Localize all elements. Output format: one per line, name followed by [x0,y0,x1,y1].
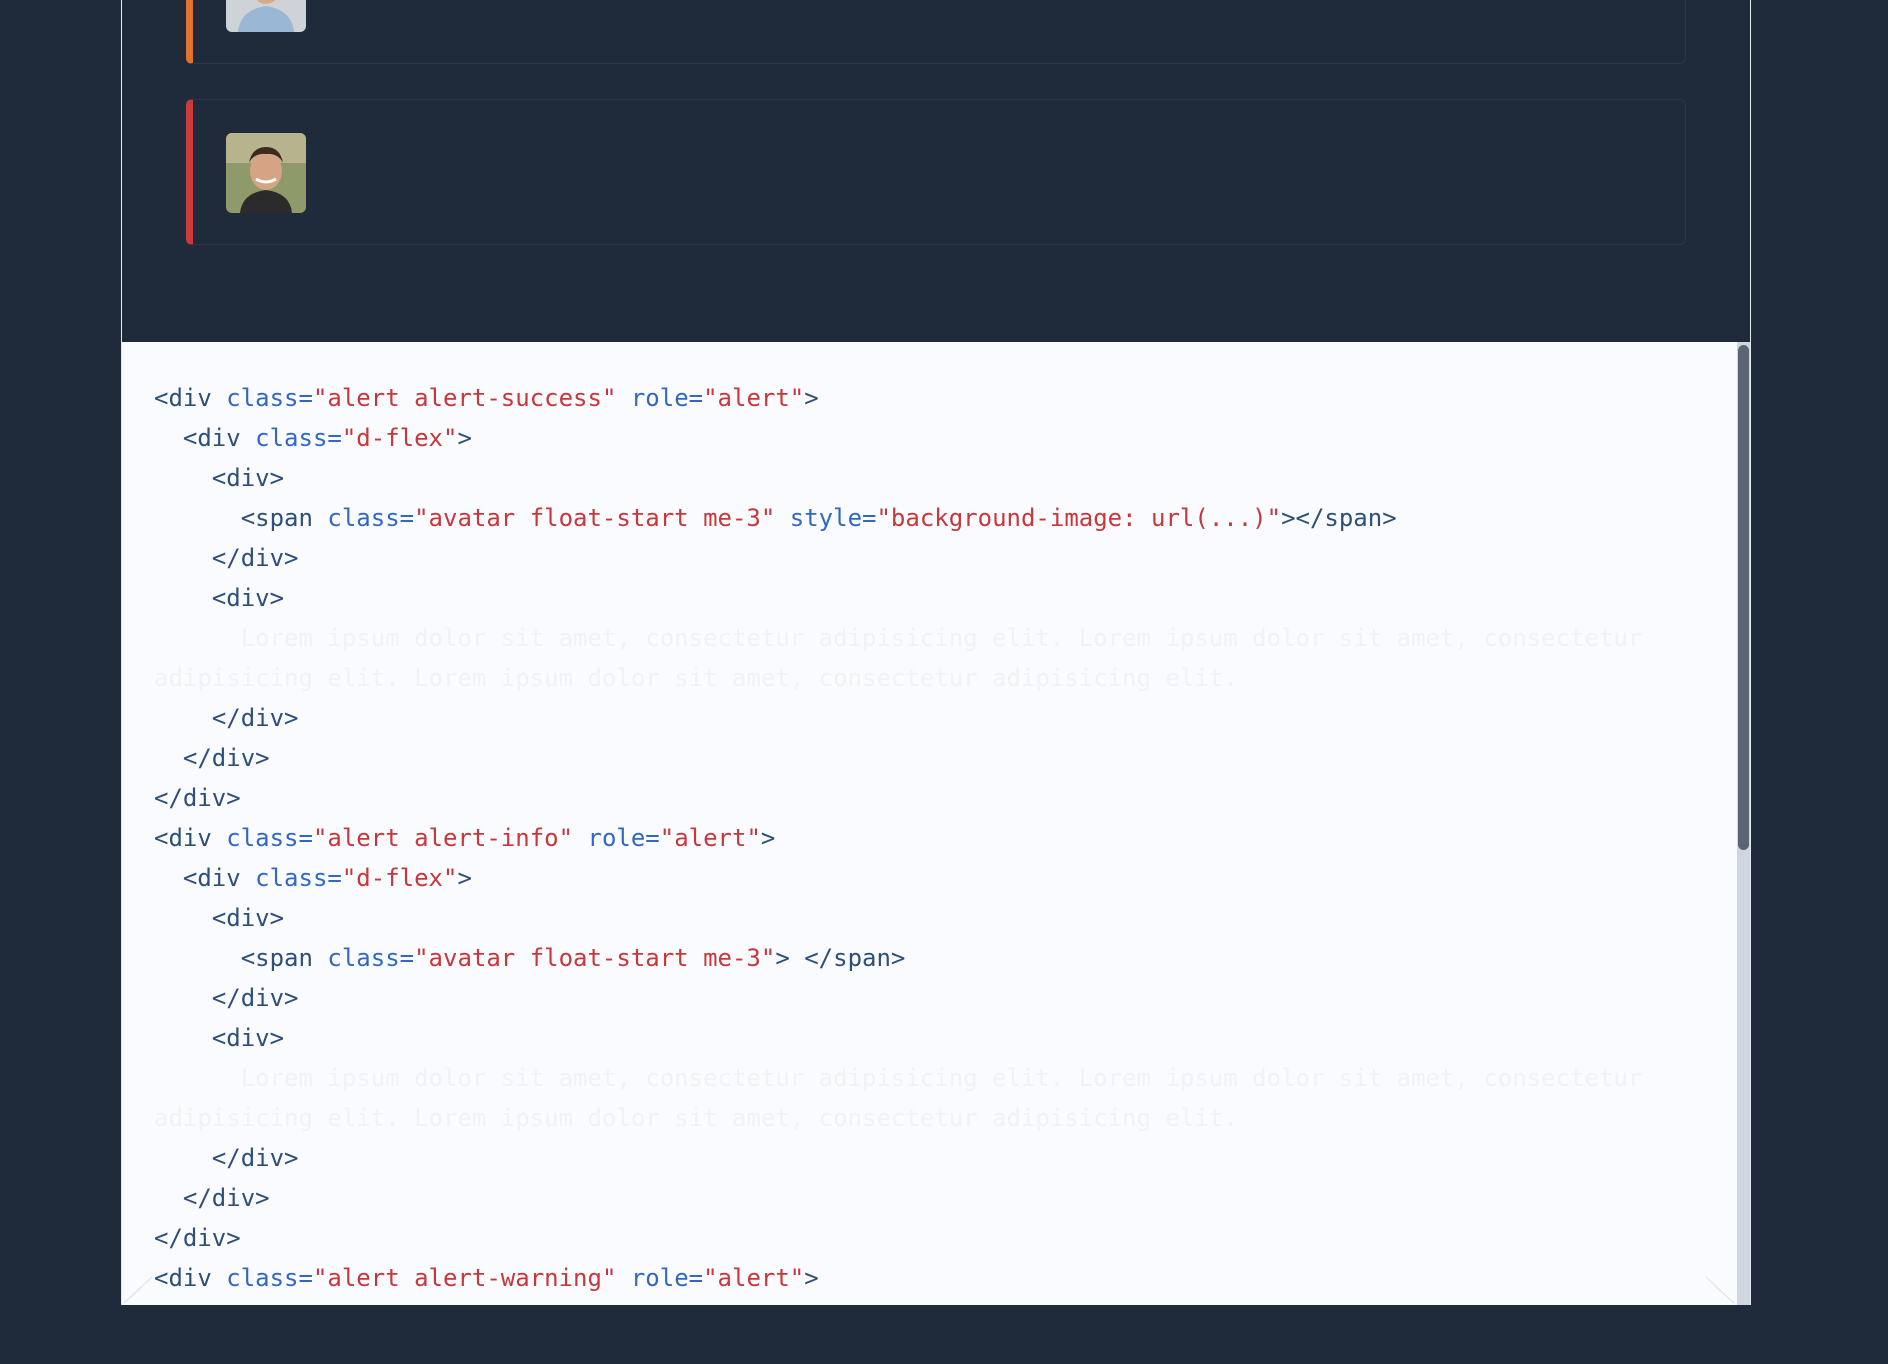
code-token: role= [630,1264,704,1292]
code-token: Lorem ipsum dolor sit amet, consectetur … [154,624,1643,652]
code-token: <div> [154,904,285,932]
code-line: adipisicing elit. Lorem ipsum dolor sit … [154,658,1642,698]
resize-handle-icon [1705,1276,1735,1304]
code-line: <div class="d-flex"> [154,418,1642,458]
code-token: <div [154,384,227,412]
code-token: "alert" [703,384,805,412]
code-token: "alert" [703,1264,805,1292]
code-line: </div> [154,1178,1642,1218]
code-token: "avatar float-start me-3" [414,944,776,972]
code-token: > [804,384,819,412]
code-token: "d-flex" [341,864,458,892]
avatar [226,133,306,213]
code-token: class= [255,864,342,892]
code-line: Lorem ipsum dolor sit amet, consectetur … [154,1058,1643,1098]
code-token: Lorem ipsum dolor sit amet, consectetur … [154,1064,1643,1092]
code-token: > [457,424,472,452]
code-line: <div> [154,578,1642,618]
code-line: <div class="d-flex"> [154,858,1642,898]
code-token: </div> [154,784,241,812]
scrollbar[interactable] [1737,342,1750,1305]
user-avatar-photo [226,0,306,32]
code-token: <div> [154,464,285,492]
code-token: "background-image: url(...)" [876,504,1282,532]
code-line: <div> [154,1018,1642,1058]
code-token: role= [630,384,704,412]
code-line: <span class="avatar float-start me-3" st… [154,498,1642,538]
alert-preview [122,0,1750,342]
user-avatar-photo [226,133,306,213]
code-token: <div [154,424,256,452]
code-token: <div> [154,584,285,612]
code-token: ></span> [1281,504,1397,532]
code-line: Lorem ipsum dolor sit amet, consectetur … [154,618,1643,658]
code-token: "d-flex" [341,424,458,452]
code-token: adipisicing elit. Lorem ipsum dolor sit … [154,664,1238,692]
scrollbar-thumb[interactable] [1738,345,1749,850]
code-token: "avatar float-start me-3" [414,504,776,532]
resize-handle-icon [123,1276,153,1304]
code-line: </div> [154,538,1642,578]
code-block[interactable]: <div class="alert alert-success" role="a… [154,378,1642,1298]
code-token: </div> [154,984,299,1012]
code-token: "alert alert-info" [312,824,574,852]
code-token: style= [789,504,877,532]
example-card: <div class="alert alert-success" role="a… [121,0,1751,1305]
code-token: > </span> [775,944,906,972]
code-token: </div> [154,1144,299,1172]
code-line: </div> [154,738,1642,778]
code-token: adipisicing elit. Lorem ipsum dolor sit … [154,1104,1238,1132]
code-token: class= [327,504,415,532]
code-token: <span [154,944,328,972]
code-line: </div> [154,1218,1642,1258]
code-panel[interactable]: <div class="alert alert-success" role="a… [122,342,1750,1305]
code-line: </div> [154,978,1642,1018]
code-line: <div class="alert alert-warning" role="a… [154,1258,1642,1298]
code-token: class= [327,944,415,972]
code-token: <div> [154,1024,285,1052]
code-token: </div> [154,544,299,572]
code-token: <div [154,824,227,852]
avatar [226,0,306,32]
code-token: "alert alert-success" [312,384,617,412]
code-line: </div> [154,778,1642,818]
code-token: <span [154,504,328,532]
alert-danger [186,99,1686,245]
code-line: <div class="alert alert-info" role="aler… [154,818,1642,858]
code-line: <div> [154,458,1642,498]
alert-warning [186,0,1686,64]
code-token: > [760,824,776,852]
code-token: </div> [154,1184,270,1212]
code-token: role= [587,824,660,852]
code-line: </div> [154,1138,1642,1178]
code-line: adipisicing elit. Lorem ipsum dolor sit … [154,1098,1642,1138]
code-token: </div> [154,744,270,772]
code-token: class= [226,824,313,852]
code-line: <div> [154,898,1642,938]
code-token: </div> [154,704,299,732]
code-token: class= [226,1264,313,1292]
code-line: <div class="alert alert-success" role="a… [154,378,1642,418]
code-token: > [457,864,472,892]
code-token: </div> [154,1224,241,1252]
code-token: <div [154,864,256,892]
code-token: class= [255,424,342,452]
code-token: class= [226,384,313,412]
code-line: </div> [154,698,1642,738]
code-token: "alert" [659,824,761,852]
code-token: > [804,1264,819,1292]
code-token: "alert alert-warning" [312,1264,617,1292]
code-token: <div [154,1264,227,1292]
code-line: <span class="avatar float-start me-3"> <… [154,938,1642,978]
